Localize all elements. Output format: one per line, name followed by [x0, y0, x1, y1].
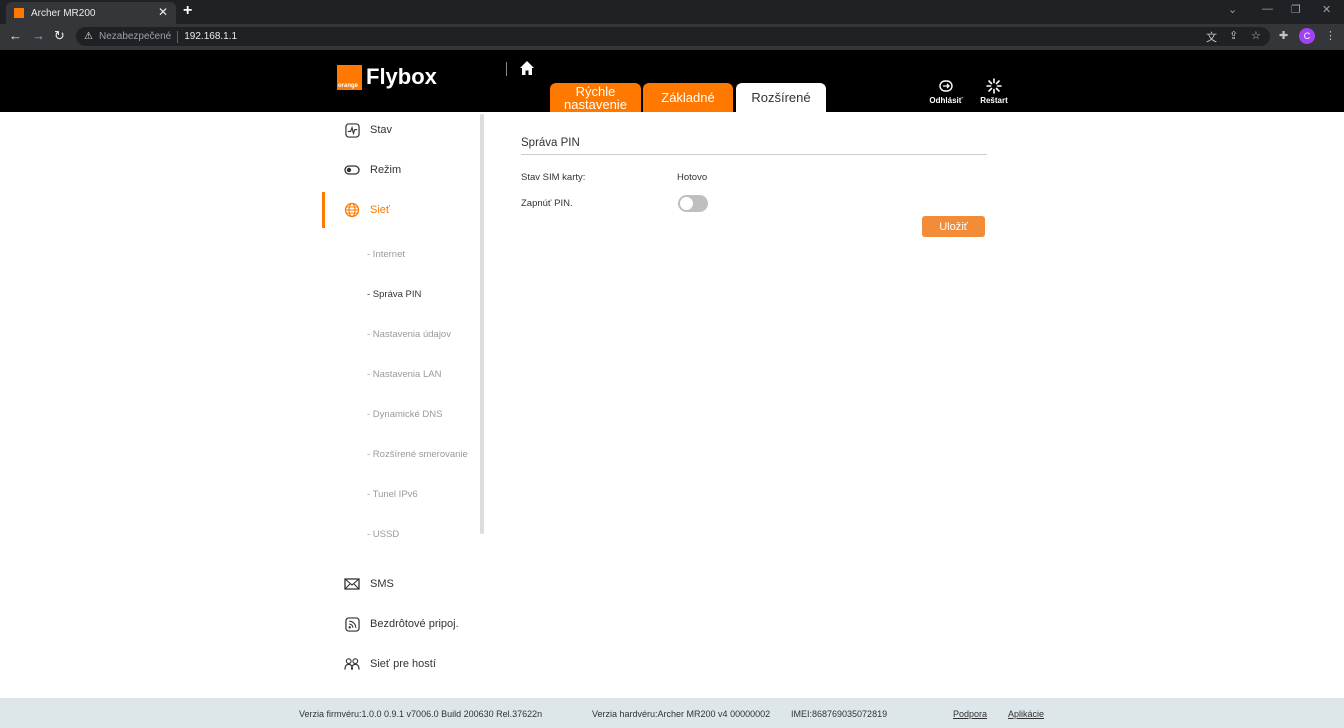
globe-icon — [344, 202, 360, 218]
url-text[interactable]: 192.168.1.1 — [184, 31, 237, 42]
sidebar-item-label: Bezdrôtové pripoj. — [370, 618, 459, 630]
sidebar-item-sms[interactable]: SMS — [322, 566, 472, 602]
tab-favicon-icon — [14, 8, 24, 18]
sidebar-item-mode[interactable]: Režim — [322, 152, 472, 188]
brand-name: Flybox — [366, 64, 437, 89]
address-bar[interactable]: ⚠ Nezabezpečené 192.168.1.1 — [76, 27, 1270, 46]
restore-icon[interactable]: ❐ — [1291, 3, 1301, 16]
reload-icon[interactable]: ↻ — [54, 28, 65, 44]
sidebar-menu: Stav Režim Sieť - Internet - Správa PIN … — [322, 112, 484, 698]
sidebar-item-label: Režim — [370, 164, 402, 176]
pin-enable-label: Zapnúť PIN. — [521, 198, 573, 209]
browser-tab[interactable]: Archer MR200 ✕ — [6, 2, 176, 24]
subitem-pin-management[interactable]: - Správa PIN — [367, 289, 421, 300]
tab-search-icon[interactable]: ⌄ — [1228, 3, 1237, 16]
sidebar-item-label: Stav — [370, 124, 393, 136]
logout-label: Odhlásiť — [929, 96, 963, 105]
tab-title: Archer MR200 — [31, 7, 96, 19]
tab-quick-setup[interactable]: Rýchle nastavenie — [550, 83, 641, 112]
profile-avatar[interactable]: C — [1299, 28, 1315, 44]
sidebar-item-wireless[interactable]: Bezdrôtové pripoj. — [322, 606, 472, 642]
subitem-lan-settings[interactable]: - Nastavenia LAN — [367, 369, 441, 380]
browser-tabstrip: Archer MR200 ✕ + ⌄ — ❐ ✕ — [0, 0, 1344, 24]
subitem-ipv6-tunnel[interactable]: - Tunel IPv6 — [367, 489, 418, 500]
page-title: Správa PIN — [521, 137, 580, 149]
window-close-icon[interactable]: ✕ — [1322, 3, 1331, 16]
restart-label: Reštart — [980, 96, 1008, 105]
sidebar-item-label: SMS — [370, 578, 394, 590]
sim-status-label: Stav SIM karty: — [521, 172, 586, 183]
subitem-dynamic-dns[interactable]: - Dynamické DNS — [367, 409, 443, 420]
mode-toggle-icon — [344, 162, 360, 178]
support-link[interactable]: Podpora — [953, 709, 987, 719]
imei-value: IMEI:868769035072819 — [791, 709, 888, 719]
toggle-knob — [680, 197, 693, 210]
bookmark-star-icon[interactable]: ☆ — [1251, 29, 1261, 42]
subitem-ussd[interactable]: - USSD — [367, 529, 399, 540]
page-footer: Verzia firmvéru:1.0.0 0.9.1 v7006.0 Buil… — [0, 698, 1344, 728]
forward-icon[interactable]: → — [32, 28, 45, 43]
tab-advanced-label: Rozšírené — [751, 90, 811, 105]
omnibox-divider — [177, 30, 179, 43]
subitem-data-settings[interactable]: - Nastavenia údajov — [367, 329, 451, 340]
pin-enable-toggle[interactable] — [678, 195, 708, 212]
sidebar-item-guest-network[interactable]: Sieť pre hostí — [322, 646, 472, 682]
hardware-version: Verzia hardvéru:Archer MR200 v4 00000002 — [592, 709, 771, 719]
sim-status-value: Hotovo — [677, 172, 708, 183]
browser-menu-icon[interactable]: ⋮ — [1325, 29, 1336, 42]
restart-icon — [986, 78, 1002, 94]
sidebar-item-label: Sieť pre hostí — [370, 658, 436, 670]
tab-basic[interactable]: Základné — [643, 83, 733, 112]
subitem-advanced-routing[interactable]: - Rozšírené smerovanie — [367, 449, 468, 460]
extensions-icon[interactable]: ✚ — [1279, 29, 1288, 42]
share-icon[interactable]: ⇪ — [1229, 29, 1238, 42]
status-icon — [344, 122, 360, 138]
logout-button[interactable]: Odhlásiť — [928, 78, 964, 105]
guests-icon — [344, 656, 360, 672]
apps-link[interactable]: Aplikácie — [1008, 709, 1044, 719]
sidebar-item-network[interactable]: Sieť — [322, 192, 472, 228]
envelope-icon — [344, 576, 360, 592]
subitem-internet[interactable]: - Internet — [367, 249, 405, 260]
sidebar-item-status[interactable]: Stav — [322, 112, 472, 148]
new-tab-button[interactable]: + — [183, 2, 192, 20]
tab-quick-setup-label: Rýchle nastavenie — [564, 83, 627, 112]
sidebar-item-label: Sieť — [370, 204, 391, 216]
router-header: orange Flybox Rýchle nastavenie Základné… — [0, 50, 1344, 112]
wireless-icon — [344, 616, 360, 632]
orange-logo-text: orange — [338, 83, 359, 89]
back-icon[interactable]: ← — [9, 28, 22, 43]
tab-advanced[interactable]: Rozšírené — [736, 83, 826, 112]
tab-close-icon[interactable]: ✕ — [158, 5, 168, 19]
warning-icon[interactable]: ⚠ — [84, 31, 93, 42]
save-button[interactable]: Uložiť — [922, 216, 985, 237]
header-divider — [506, 62, 507, 76]
restart-button[interactable]: Reštart — [977, 78, 1011, 105]
minimize-icon[interactable]: — — [1262, 3, 1273, 15]
orange-logo: orange — [337, 65, 362, 90]
logout-icon — [939, 80, 953, 92]
title-divider — [521, 154, 987, 155]
translate-icon[interactable]: 文 — [1206, 29, 1217, 45]
sidebar-scrollbar[interactable] — [480, 114, 484, 534]
browser-toolbar: ← → ↻ ⚠ Nezabezpečené 192.168.1.1 文 ⇪ ☆ … — [0, 24, 1344, 50]
not-secure-label[interactable]: Nezabezpečené — [99, 31, 171, 42]
home-icon[interactable] — [519, 60, 535, 76]
tab-basic-label: Základné — [661, 90, 715, 105]
firmware-version: Verzia firmvéru:1.0.0 0.9.1 v7006.0 Buil… — [299, 709, 543, 719]
